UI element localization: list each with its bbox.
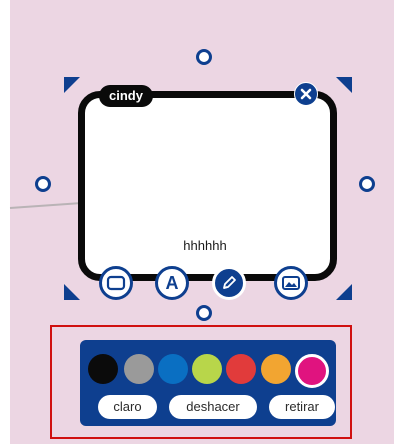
resize-handle-left[interactable] — [35, 176, 51, 192]
pen-tool-button[interactable] — [212, 266, 246, 300]
close-button[interactable] — [294, 82, 318, 106]
letter-a-icon: A — [165, 273, 179, 293]
undo-button[interactable]: deshacer — [169, 395, 257, 419]
color-swatch[interactable] — [158, 354, 188, 384]
resize-handle-right[interactable] — [359, 176, 375, 192]
left-panel-edge — [0, 0, 10, 444]
color-swatch[interactable] — [226, 354, 256, 384]
image-icon — [282, 276, 300, 290]
shape-tool-button[interactable] — [99, 266, 133, 300]
selection-corner-bottom-right — [336, 284, 352, 300]
close-icon — [300, 88, 312, 100]
color-swatch[interactable] — [124, 354, 154, 384]
remove-button[interactable]: retirar — [269, 395, 335, 419]
note-text[interactable]: hhhhhh — [160, 238, 250, 253]
color-swatch[interactable] — [261, 354, 291, 384]
text-tool-button[interactable]: A — [155, 266, 189, 300]
whiteboard-canvas[interactable]: cindy hhhhhh A claro deshacer retirar — [0, 0, 394, 444]
rectangle-icon — [106, 275, 126, 291]
color-swatch[interactable] — [88, 354, 118, 384]
light-button[interactable]: claro — [98, 395, 157, 419]
selection-corner-bottom-left — [64, 284, 80, 300]
color-swatch[interactable] — [295, 354, 329, 388]
pencil-icon — [223, 276, 236, 289]
selection-corner-top-right — [336, 77, 352, 93]
selection-corner-top-left — [64, 77, 80, 93]
connector-line — [9, 201, 82, 209]
resize-handle-top[interactable] — [196, 49, 212, 65]
image-tool-button[interactable] — [274, 266, 308, 300]
color-swatch[interactable] — [192, 354, 222, 384]
resize-handle-bottom[interactable] — [196, 305, 212, 321]
author-label: cindy — [99, 85, 153, 107]
